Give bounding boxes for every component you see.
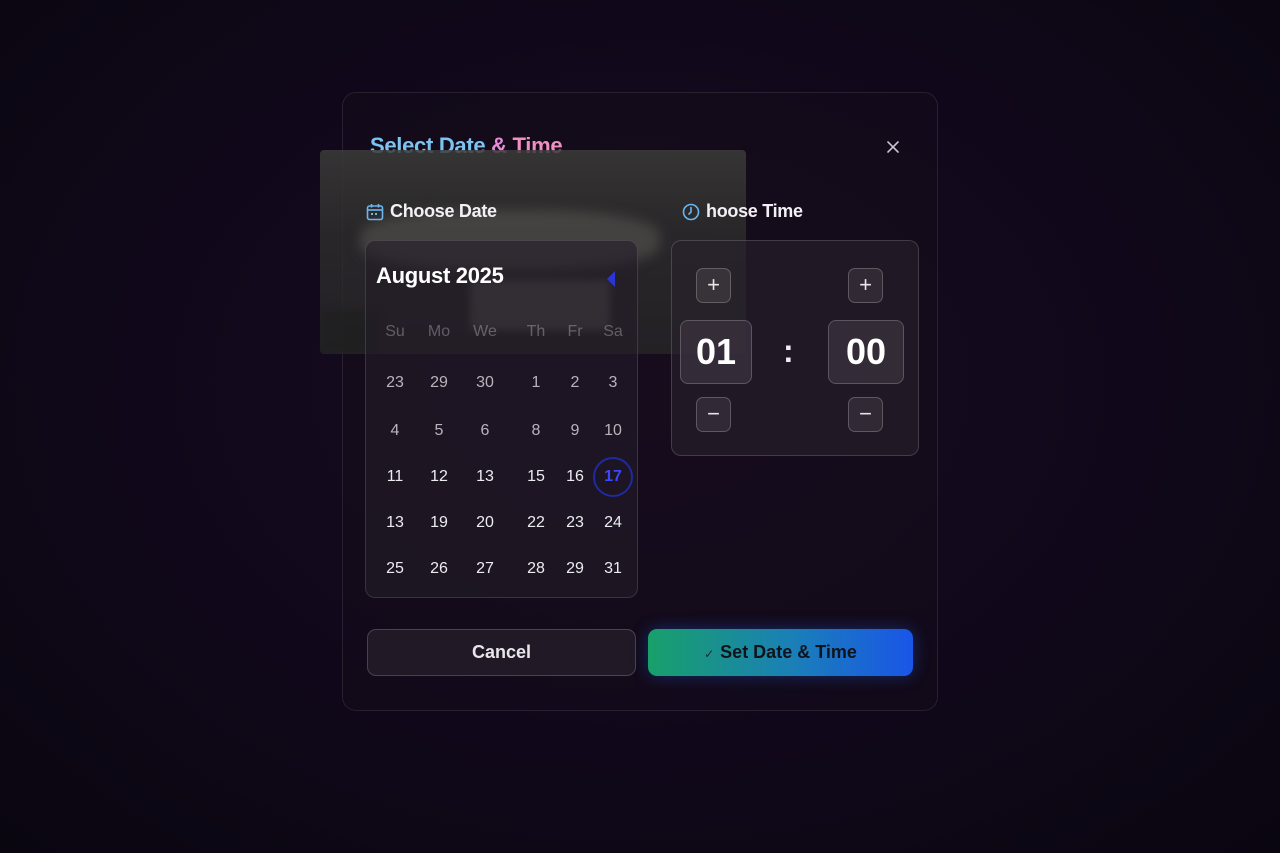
- time-separator: :: [783, 333, 794, 369]
- calendar-day[interactable]: 1: [516, 374, 556, 392]
- weekday-label: Su: [385, 323, 405, 340]
- hour-decrement-button[interactable]: −: [696, 397, 731, 432]
- close-icon: [887, 141, 899, 153]
- calendar-day[interactable]: 12: [419, 468, 459, 486]
- choose-time-label: hoose Time: [682, 201, 803, 222]
- calendar-day[interactable]: 26: [419, 560, 459, 578]
- calendar-day[interactable]: 29: [555, 560, 595, 578]
- calendar-day[interactable]: 13: [375, 514, 415, 532]
- calendar-day-selected[interactable]: 17: [593, 457, 633, 497]
- calendar-day[interactable]: 10: [593, 422, 633, 440]
- calendar-day[interactable]: 8: [516, 422, 556, 440]
- time-picker: + + 01 : 00 − −: [671, 240, 919, 456]
- calendar-day[interactable]: 27: [465, 560, 505, 578]
- calendar-day[interactable]: 6: [465, 422, 505, 440]
- calendar-day[interactable]: 30: [465, 374, 505, 392]
- chevron-left-icon[interactable]: [604, 269, 618, 289]
- calendar-day[interactable]: 13: [465, 468, 505, 486]
- calendar-icon: [366, 203, 384, 220]
- calendar-day[interactable]: 9: [555, 422, 595, 440]
- calendar-day[interactable]: 28: [516, 560, 556, 578]
- calendar-day[interactable]: 2: [555, 374, 595, 392]
- weekday-label: Fr: [567, 323, 583, 340]
- minutes-input[interactable]: 00: [828, 320, 904, 384]
- minute-increment-button[interactable]: +: [848, 268, 883, 303]
- date-time-dialog: Select Date & Time Choose Date hoose Tim…: [320, 92, 938, 711]
- calendar-day[interactable]: 31: [593, 560, 633, 578]
- calendar: August 2025 Su Mo We Th Fr Sa 23 29 30 1 2 3 4 5 6 8 9 1…: [365, 240, 638, 598]
- set-date-time-label: Set Date & Time: [720, 642, 857, 662]
- calendar-day[interactable]: 4: [375, 422, 415, 440]
- weekday-label: Mo: [427, 323, 451, 340]
- check-icon: ✓: [704, 647, 715, 661]
- calendar-day[interactable]: 16: [555, 468, 595, 486]
- clock-icon: [682, 203, 700, 220]
- cancel-button[interactable]: Cancel: [367, 629, 636, 676]
- choose-time-text: hoose Time: [706, 201, 803, 221]
- weekday-label: We: [473, 323, 497, 340]
- calendar-day[interactable]: 11: [375, 468, 415, 486]
- calendar-day[interactable]: 15: [516, 468, 556, 486]
- calendar-day[interactable]: 23: [555, 514, 595, 532]
- calendar-day[interactable]: 19: [419, 514, 459, 532]
- calendar-day[interactable]: 20: [465, 514, 505, 532]
- calendar-day[interactable]: 24: [593, 514, 633, 532]
- calendar-day[interactable]: 25: [375, 560, 415, 578]
- set-date-time-button[interactable]: ✓ Set Date & Time: [648, 629, 913, 676]
- month-label: August 2025: [376, 263, 504, 288]
- choose-date-text: Choose Date: [390, 201, 497, 221]
- calendar-day[interactable]: 22: [516, 514, 556, 532]
- calendar-day[interactable]: 29: [419, 374, 459, 392]
- calendar-day[interactable]: 3: [593, 374, 633, 392]
- choose-date-label: Choose Date: [366, 201, 497, 222]
- weekday-label: Th: [526, 323, 546, 340]
- hour-increment-button[interactable]: +: [696, 268, 731, 303]
- minute-decrement-button[interactable]: −: [848, 397, 883, 432]
- close-button[interactable]: [883, 137, 903, 157]
- weekday-label: Sa: [603, 323, 623, 340]
- calendar-day[interactable]: 23: [375, 374, 415, 392]
- calendar-day[interactable]: 5: [419, 422, 459, 440]
- hours-input[interactable]: 01: [680, 320, 752, 384]
